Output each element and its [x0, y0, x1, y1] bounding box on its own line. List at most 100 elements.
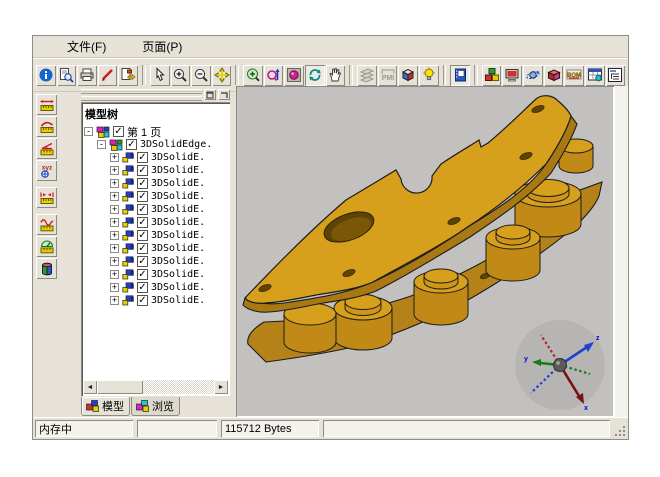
tree-item-assembly[interactable]: - ✓ 3DSolidEdge.	[97, 138, 230, 151]
menu-file[interactable]: 文件(F)	[63, 37, 110, 56]
tree-item-part[interactable]: + ✓ 3DSolidE.	[110, 242, 230, 255]
tree-item-part[interactable]: + ✓ 3DSolidE.	[110, 216, 230, 229]
resize-grip[interactable]	[614, 425, 626, 437]
visibility-checkbox[interactable]: ✓	[137, 243, 148, 254]
viewport-3d[interactable]: z x y	[236, 86, 614, 417]
tree-item-page[interactable]: - ✓ 第 1 页	[84, 125, 230, 138]
expand-icon[interactable]: +	[110, 179, 119, 188]
visibility-checkbox[interactable]: ✓	[137, 191, 148, 202]
screen-icon	[504, 67, 520, 83]
zoom-window-button[interactable]	[243, 65, 263, 86]
measure-volume-button[interactable]	[36, 258, 57, 279]
measure-wave-button[interactable]	[36, 214, 57, 235]
expand-icon[interactable]: +	[110, 153, 119, 162]
expand-icon[interactable]: +	[110, 231, 119, 240]
measure-area-button[interactable]	[36, 236, 57, 257]
visibility-checkbox[interactable]: ✓	[137, 282, 148, 293]
visibility-checkbox[interactable]: ✓	[137, 269, 148, 280]
tree-item-part[interactable]: + ✓ 3DSolidE.	[110, 268, 230, 281]
print-button[interactable]	[77, 65, 97, 86]
measure-coordinate-button[interactable]: xyz	[36, 160, 57, 181]
zoom-in-icon	[172, 67, 188, 83]
pan-button[interactable]	[212, 65, 232, 86]
print-preview-button[interactable]	[57, 65, 77, 86]
tree-item-part[interactable]: + ✓ 3DSolidE.	[110, 203, 230, 216]
tree-item-part[interactable]: + ✓ 3DSolidE.	[110, 229, 230, 242]
visibility-checkbox[interactable]: ✓	[137, 178, 148, 189]
bom-button[interactable]: BOM	[564, 65, 584, 86]
tree-item-label: 3DSolidEdge.	[140, 139, 212, 150]
scroll-left-button[interactable]: ◄	[83, 380, 97, 394]
orientation-compass[interactable]: z x y	[514, 319, 606, 411]
solid-cube-icon	[546, 67, 562, 83]
tree-item-part[interactable]: + ✓ 3DSolidE.	[110, 177, 230, 190]
notes-button[interactable]	[450, 65, 470, 86]
expand-icon[interactable]: +	[110, 244, 119, 253]
tree-item-part[interactable]: + ✓ 3DSolidE.	[110, 281, 230, 294]
dynamic-zoom-button[interactable]	[264, 65, 284, 86]
expand-icon[interactable]: +	[110, 257, 119, 266]
expand-icon[interactable]: +	[110, 205, 119, 214]
expand-icon[interactable]: +	[110, 218, 119, 227]
tab-model[interactable]: 模型	[81, 397, 130, 416]
info-button[interactable]	[36, 65, 56, 86]
expand-icon[interactable]: +	[110, 166, 119, 175]
expand-icon[interactable]: +	[110, 296, 119, 305]
panel-gripper[interactable]	[81, 88, 230, 101]
visibility-checkbox[interactable]: ✓	[113, 126, 124, 137]
assembly-button[interactable]	[482, 65, 502, 86]
layers-button[interactable]	[357, 65, 377, 86]
export-icon	[120, 67, 136, 83]
toolbar-separator	[474, 65, 478, 85]
tab-browse[interactable]: 浏览	[131, 397, 180, 416]
panel-close-button[interactable]	[218, 89, 230, 100]
part-node-icon	[122, 269, 134, 280]
measure-curve-length-button[interactable]	[36, 116, 57, 137]
visibility-checkbox[interactable]: ✓	[137, 217, 148, 228]
export-button[interactable]	[118, 65, 138, 86]
tree-view-button[interactable]	[606, 65, 626, 86]
zoom-out-button[interactable]	[191, 65, 211, 86]
scroll-thumb[interactable]	[97, 380, 143, 394]
scroll-right-button[interactable]: ►	[214, 380, 228, 394]
panel-restore-button[interactable]	[204, 89, 216, 100]
screen-button[interactable]	[502, 65, 522, 86]
menu-page[interactable]: 页面(P)	[138, 37, 186, 56]
tree-item-part[interactable]: + ✓ 3DSolidE.	[110, 255, 230, 268]
expand-icon[interactable]: +	[110, 270, 119, 279]
visibility-checkbox[interactable]: ✓	[137, 152, 148, 163]
orbit-button[interactable]	[523, 65, 543, 86]
part-node-icon	[122, 204, 134, 215]
tree-item-part[interactable]: + ✓ 3DSolidE.	[110, 151, 230, 164]
browse-tab-icon	[136, 400, 149, 412]
light-button[interactable]	[419, 65, 439, 86]
visibility-checkbox[interactable]: ✓	[137, 230, 148, 241]
collapse-icon[interactable]: -	[84, 127, 93, 136]
measure-angle-button[interactable]	[36, 138, 57, 159]
toolbar-separator	[349, 65, 353, 85]
scroll-track[interactable]	[97, 380, 214, 394]
solid-button[interactable]	[544, 65, 564, 86]
view-cube-button[interactable]	[398, 65, 418, 86]
visibility-checkbox[interactable]: ✓	[126, 139, 137, 150]
measure-distance-button[interactable]	[36, 94, 57, 115]
visibility-checkbox[interactable]: ✓	[137, 256, 148, 267]
tree-item-part[interactable]: + ✓ 3DSolidE.	[110, 164, 230, 177]
visibility-checkbox[interactable]: ✓	[137, 204, 148, 215]
expand-icon[interactable]: +	[110, 283, 119, 292]
visibility-checkbox[interactable]: ✓	[137, 295, 148, 306]
render-mode-button[interactable]	[284, 65, 304, 86]
rotate-button[interactable]	[305, 65, 325, 86]
expand-icon[interactable]: +	[110, 192, 119, 201]
visibility-checkbox[interactable]: ✓	[137, 165, 148, 176]
report-button[interactable]	[585, 65, 605, 86]
collapse-icon[interactable]: -	[97, 140, 106, 149]
measure-gap-button[interactable]	[36, 187, 57, 208]
hand-button[interactable]	[326, 65, 346, 86]
pmi-button[interactable]: PMI	[378, 65, 398, 86]
zoom-in-button[interactable]	[171, 65, 191, 86]
redline-button[interactable]	[98, 65, 118, 86]
select-button[interactable]	[150, 65, 170, 86]
tree-item-part[interactable]: + ✓ 3DSolidE.	[110, 190, 230, 203]
tree-item-part[interactable]: + ✓ 3DSolidE.	[110, 294, 230, 307]
